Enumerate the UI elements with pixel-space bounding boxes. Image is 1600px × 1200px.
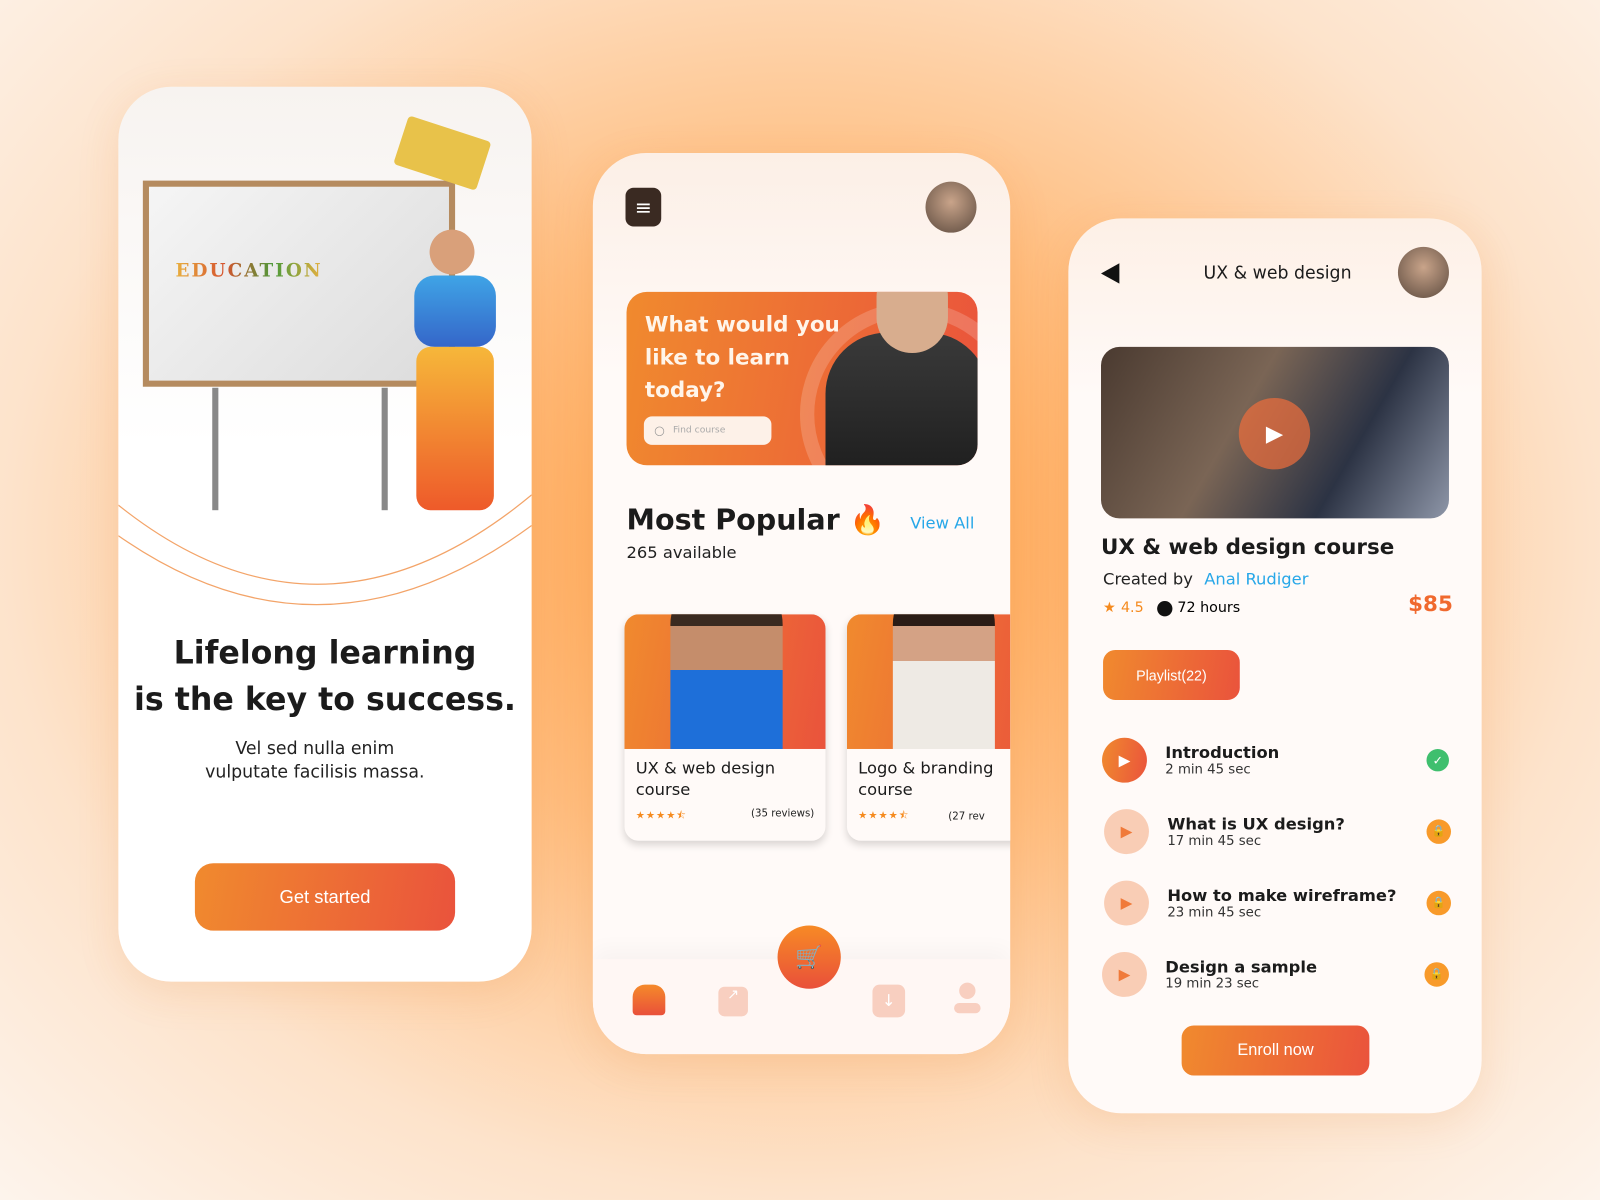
check-icon: ✓ bbox=[1426, 748, 1449, 771]
menu-icon[interactable]: ≡ bbox=[625, 187, 662, 227]
course-title-line: course bbox=[858, 779, 913, 799]
hero-line: today? bbox=[644, 377, 726, 403]
search-input[interactable]: ○ Find course bbox=[643, 416, 772, 445]
rating-stars: ★★★★⯪ bbox=[858, 810, 910, 822]
course-title-line: UX & web design bbox=[635, 758, 776, 778]
fire-icon: 🔥 bbox=[849, 503, 886, 537]
course-meta: ★★★★⯪ (35 reviews) bbox=[624, 808, 825, 825]
lesson-duration: 2 min 45 sec bbox=[1165, 761, 1251, 778]
back-icon[interactable] bbox=[1101, 263, 1120, 284]
course-card[interactable]: UX & web design course ★★★★⯪ (35 reviews… bbox=[624, 614, 826, 841]
lesson-item[interactable]: ▶ Design a sample 19 min 23 sec 🔒 bbox=[1102, 951, 1449, 997]
created-by-label: Created by bbox=[1103, 569, 1193, 589]
onboarding-screen: EDUCATION Lifelong learning is the key t… bbox=[118, 86, 532, 982]
course-meta: ★★★★⯪ (27 rev bbox=[847, 808, 1010, 825]
character-shirt bbox=[414, 275, 496, 347]
onboarding-title: Lifelong learning is the key to success. bbox=[118, 630, 531, 724]
books-illustration bbox=[393, 115, 492, 191]
clock-icon bbox=[1156, 600, 1173, 616]
student-photo bbox=[670, 614, 783, 749]
hero-line: What would you bbox=[644, 312, 840, 337]
course-title: Logo & branding course bbox=[847, 749, 1010, 808]
section-title-text: Most Popular bbox=[626, 503, 840, 537]
lock-icon: 🔒 bbox=[1426, 890, 1452, 915]
section-title: Most Popular 🔥 bbox=[627, 503, 886, 537]
enroll-now-button[interactable]: Enroll now bbox=[1181, 1025, 1370, 1076]
course-stats: ★ 4.5 72 hours bbox=[1103, 600, 1240, 616]
view-all-link[interactable]: View All bbox=[910, 513, 974, 532]
duration-value: 72 hours bbox=[1177, 599, 1241, 617]
avatar[interactable] bbox=[925, 181, 977, 233]
chart-icon[interactable]: ↗ bbox=[718, 986, 748, 1017]
get-started-button[interactable]: Get started bbox=[194, 863, 456, 931]
play-icon[interactable]: ▶ bbox=[1102, 737, 1147, 783]
rating-value: 4.5 bbox=[1120, 599, 1144, 617]
hero-question: What would you like to learn today? bbox=[645, 308, 840, 406]
course-image bbox=[846, 614, 1011, 749]
avatar[interactable] bbox=[1397, 246, 1449, 298]
whiteboard-illustration bbox=[142, 180, 456, 387]
play-icon[interactable]: ▶ bbox=[1104, 880, 1149, 925]
home-screen: ≡ What would you like to learn today? ○ … bbox=[592, 153, 1011, 1055]
lesson-title: Introduction bbox=[1165, 742, 1280, 762]
decorative-arcs bbox=[118, 494, 532, 606]
created-by: Created by Anal Rudiger bbox=[1103, 569, 1308, 588]
hero-banner: What would you like to learn today? ○ Fi… bbox=[626, 291, 978, 466]
lesson-duration: 19 min 23 sec bbox=[1165, 976, 1260, 992]
cart-icon[interactable]: 🛒 bbox=[777, 925, 841, 989]
lesson-item[interactable]: ▶ How to make wireframe? 23 min 45 sec 🔒 bbox=[1104, 880, 1452, 926]
lesson-duration: 23 min 45 sec bbox=[1167, 904, 1262, 920]
lesson-item[interactable]: ▶ Introduction 2 min 45 sec ✓ bbox=[1102, 737, 1449, 783]
education-blocks: EDUCATION bbox=[175, 260, 323, 282]
playlist-button[interactable]: Playlist(22) bbox=[1103, 649, 1240, 700]
course-title: UX & web design course bbox=[1101, 534, 1395, 560]
play-video-icon[interactable]: ▶ bbox=[1238, 397, 1311, 470]
subtitle-line: Vel sed nulla enim bbox=[235, 738, 395, 760]
lesson-title: How to make wireframe? bbox=[1167, 885, 1397, 905]
student-photo bbox=[892, 614, 995, 749]
play-icon[interactable]: ▶ bbox=[1102, 951, 1147, 997]
header-title: UX & web design bbox=[1203, 263, 1352, 284]
course-title-line: Logo & branding bbox=[858, 758, 994, 778]
title-line: Lifelong learning bbox=[173, 634, 477, 672]
lock-icon: 🔒 bbox=[1426, 818, 1452, 844]
lesson-title: What is UX design? bbox=[1167, 813, 1345, 834]
reviews-count: (35 reviews) bbox=[751, 808, 815, 820]
lock-icon: 🔒 bbox=[1424, 961, 1449, 987]
course-title: UX & web design course bbox=[624, 749, 825, 808]
course-title-line: course bbox=[635, 779, 691, 799]
course-image bbox=[624, 614, 826, 749]
search-placeholder: Find course bbox=[672, 425, 726, 436]
lesson-title: Design a sample bbox=[1165, 956, 1318, 977]
subtitle-line: vulputate facilisis massa. bbox=[205, 762, 425, 783]
showcase-canvas: EDUCATION Lifelong learning is the key t… bbox=[0, 0, 1600, 1200]
search-icon: ○ bbox=[654, 423, 665, 438]
available-count: 265 available bbox=[626, 542, 737, 563]
home-icon[interactable] bbox=[632, 984, 666, 1016]
video-thumbnail[interactable]: ▶ bbox=[1101, 346, 1449, 519]
rating-stars: ★★★★⯪ bbox=[635, 810, 688, 822]
onboarding-subtitle: Vel sed nulla enim vulputate facilisis m… bbox=[118, 738, 511, 785]
profile-icon[interactable] bbox=[954, 982, 981, 1018]
price: $85 bbox=[1408, 591, 1453, 617]
play-icon[interactable]: ▶ bbox=[1104, 808, 1149, 854]
lesson-duration: 17 min 45 sec bbox=[1167, 833, 1262, 849]
hero-person-image bbox=[825, 332, 978, 466]
author-link[interactable]: Anal Rudiger bbox=[1204, 569, 1308, 588]
star-icon: ★ bbox=[1103, 599, 1116, 617]
lesson-item[interactable]: ▶ What is UX design? 17 min 45 sec 🔒 bbox=[1104, 808, 1452, 854]
title-line: is the key to success. bbox=[134, 681, 516, 719]
character-head bbox=[429, 229, 475, 275]
download-icon[interactable]: ↓ bbox=[872, 984, 906, 1018]
reviews-count: (27 rev bbox=[948, 811, 985, 823]
hero-line: like to learn bbox=[644, 344, 790, 370]
course-card[interactable]: Logo & branding course ★★★★⯪ (27 rev bbox=[846, 614, 1011, 841]
course-detail-screen: UX & web design ▶ UX & web design course… bbox=[1068, 218, 1482, 1114]
